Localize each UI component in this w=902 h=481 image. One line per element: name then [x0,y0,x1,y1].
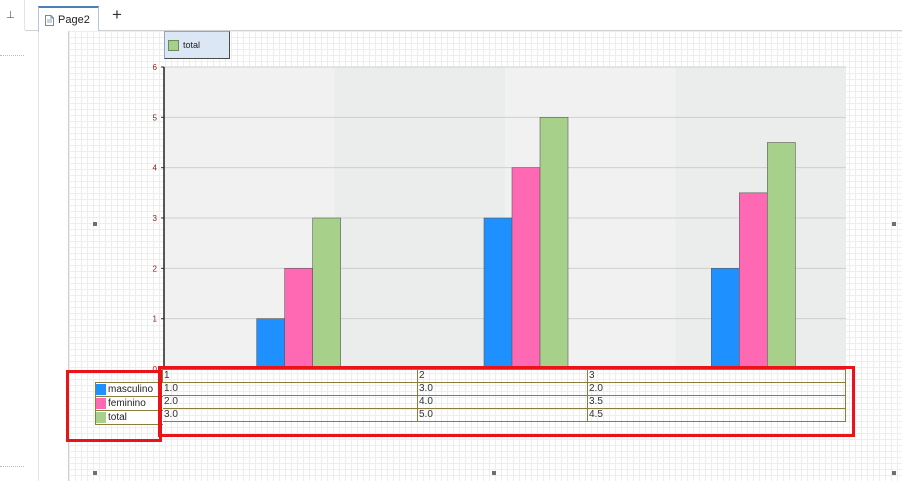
table-cell: 1.0 [162,382,418,396]
table-cell: 3.0 [162,408,418,422]
series-label-total: total [95,410,163,425]
y-tick-label: 3 [153,214,158,223]
table-cell: 4.5 [587,408,846,422]
bar-total [767,142,796,370]
y-tick-label: 0 [153,365,158,374]
bar-total [312,217,341,370]
swatch-feminino [96,398,106,409]
legend-swatch-total [168,39,179,51]
y-tick-label: 4 [153,164,158,173]
bar-masculino [483,217,513,370]
series-label-text: total [108,412,127,423]
table-header-row: 1 2 3 [162,369,846,383]
series-label-feminino: feminino [95,396,163,411]
table-cell: 4.0 [417,395,588,409]
bar-total [539,117,569,370]
table-header-cell: 2 [417,369,588,383]
table-cell: 2.0 [587,382,846,396]
table-row: 3.0 5.0 4.5 [162,408,846,422]
table-row: 2.0 4.0 3.5 [162,395,846,409]
table-header-cell: 1 [162,369,418,383]
chart-legend[interactable]: total [164,31,230,59]
swatch-total [96,412,106,423]
y-tick-label: 5 [153,113,158,122]
y-tick-label: 2 [153,264,158,273]
table-cell: 5.0 [417,408,588,422]
y-tick-label: 1 [153,315,158,324]
table-cell: 2.0 [162,395,418,409]
table-cell: 3.0 [417,382,588,396]
bar-masculino [256,318,285,370]
bar-feminino [739,192,768,370]
y-tick-label: 6 [153,63,158,72]
bar-feminino [511,167,541,370]
table-series-labels: masculino feminino total [95,382,163,425]
legend-label: total [183,40,201,50]
table-cell: 3.5 [587,395,846,409]
series-label-masculino: masculino [95,382,163,397]
table-header-cell: 3 [587,369,846,383]
bar-masculino [711,268,740,370]
data-table: 1 2 3 1.0 3.0 2.0 2.0 4.0 3.5 3.0 5.0 4.… [162,369,846,422]
bar-feminino [284,268,313,370]
table-row: 1.0 3.0 2.0 [162,382,846,396]
series-label-text: masculino [108,384,154,395]
series-label-text: feminino [108,398,146,409]
swatch-masculino [96,384,106,395]
